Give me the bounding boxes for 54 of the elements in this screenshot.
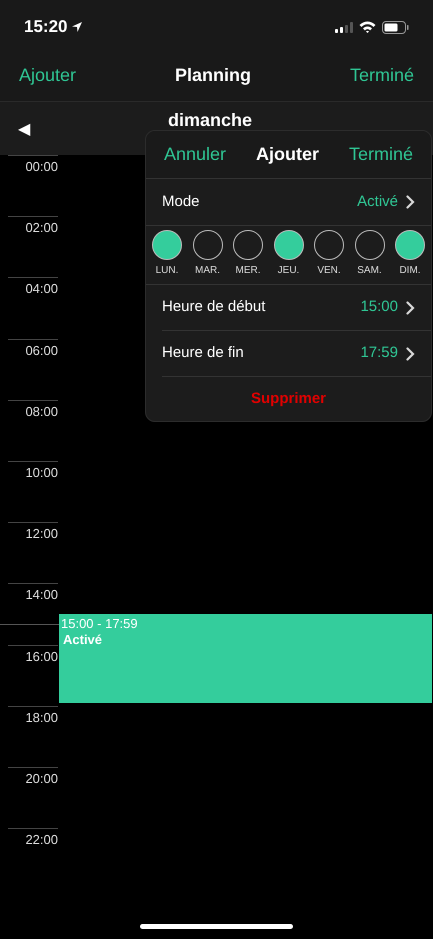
day-label: MAR.: [195, 264, 220, 278]
day-toggle[interactable]: [274, 230, 304, 260]
day-toggle[interactable]: [192, 230, 222, 260]
hour-label: 14:00: [25, 586, 58, 604]
day-label: LUN.: [156, 264, 178, 278]
chevron-right-icon: [406, 346, 415, 360]
day-toggle[interactable]: [233, 230, 263, 260]
mode-value: Activé: [357, 192, 398, 212]
hour-label: 18:00: [25, 708, 58, 727]
time-row[interactable]: Heure de début 15:00: [162, 285, 431, 331]
hour-label: 12:00: [25, 525, 58, 544]
day-title: dimanche: [168, 109, 252, 132]
hour-label: 08:00: [25, 402, 58, 421]
time-label: Heure de début: [162, 297, 266, 318]
event-label: Activé: [63, 632, 104, 648]
battery-icon: [382, 20, 409, 34]
hour-label: 22:00: [25, 831, 58, 850]
hour-label: 16:00: [25, 648, 58, 666]
status-time: 15:20: [24, 16, 68, 38]
day-toggle[interactable]: [314, 230, 344, 260]
hour-label: 20:00: [25, 770, 58, 788]
screen-title: Planning: [175, 64, 251, 87]
hour-label: 04:00: [25, 280, 58, 298]
location-arrow-icon: [71, 21, 84, 33]
current-time-line: [0, 624, 59, 625]
time-value: 17:59: [360, 343, 398, 364]
day-label: JEU.: [278, 264, 300, 278]
day-label: VEN.: [317, 264, 341, 278]
signal-icon: [335, 22, 353, 32]
day-label: DIM.: [399, 264, 421, 278]
chevron-right-icon: [406, 300, 415, 314]
wifi-icon: [359, 21, 376, 33]
day-toggle[interactable]: [395, 230, 425, 260]
hour-label: 10:00: [25, 464, 58, 482]
mode-label: Mode: [162, 192, 200, 212]
hour-label: 06:00: [25, 342, 58, 360]
day-label: MER.: [236, 264, 260, 278]
time-row[interactable]: Heure de fin 17:59: [162, 331, 431, 377]
done-button[interactable]: Terminé: [350, 62, 414, 89]
event-time: 15:00 - 17:59: [61, 616, 139, 632]
mode-row[interactable]: Mode Activé: [146, 179, 431, 226]
day-label: SAM.: [357, 264, 382, 278]
previous-day-button[interactable]: ◀: [18, 118, 30, 142]
time-value: 15:00: [360, 297, 398, 318]
hour-label: 02:00: [25, 219, 58, 238]
chevron-right-icon: [406, 195, 415, 209]
time-label: Heure de fin: [162, 343, 244, 364]
day-toggle[interactable]: [354, 230, 384, 260]
cancel-button[interactable]: Annuler: [164, 141, 226, 168]
popover-title: Ajouter: [256, 143, 319, 166]
day-toggle[interactable]: [152, 230, 182, 260]
add-button[interactable]: Ajouter: [19, 62, 76, 89]
hour-label: 00:00: [25, 158, 58, 176]
done-button[interactable]: Terminé: [348, 141, 413, 168]
